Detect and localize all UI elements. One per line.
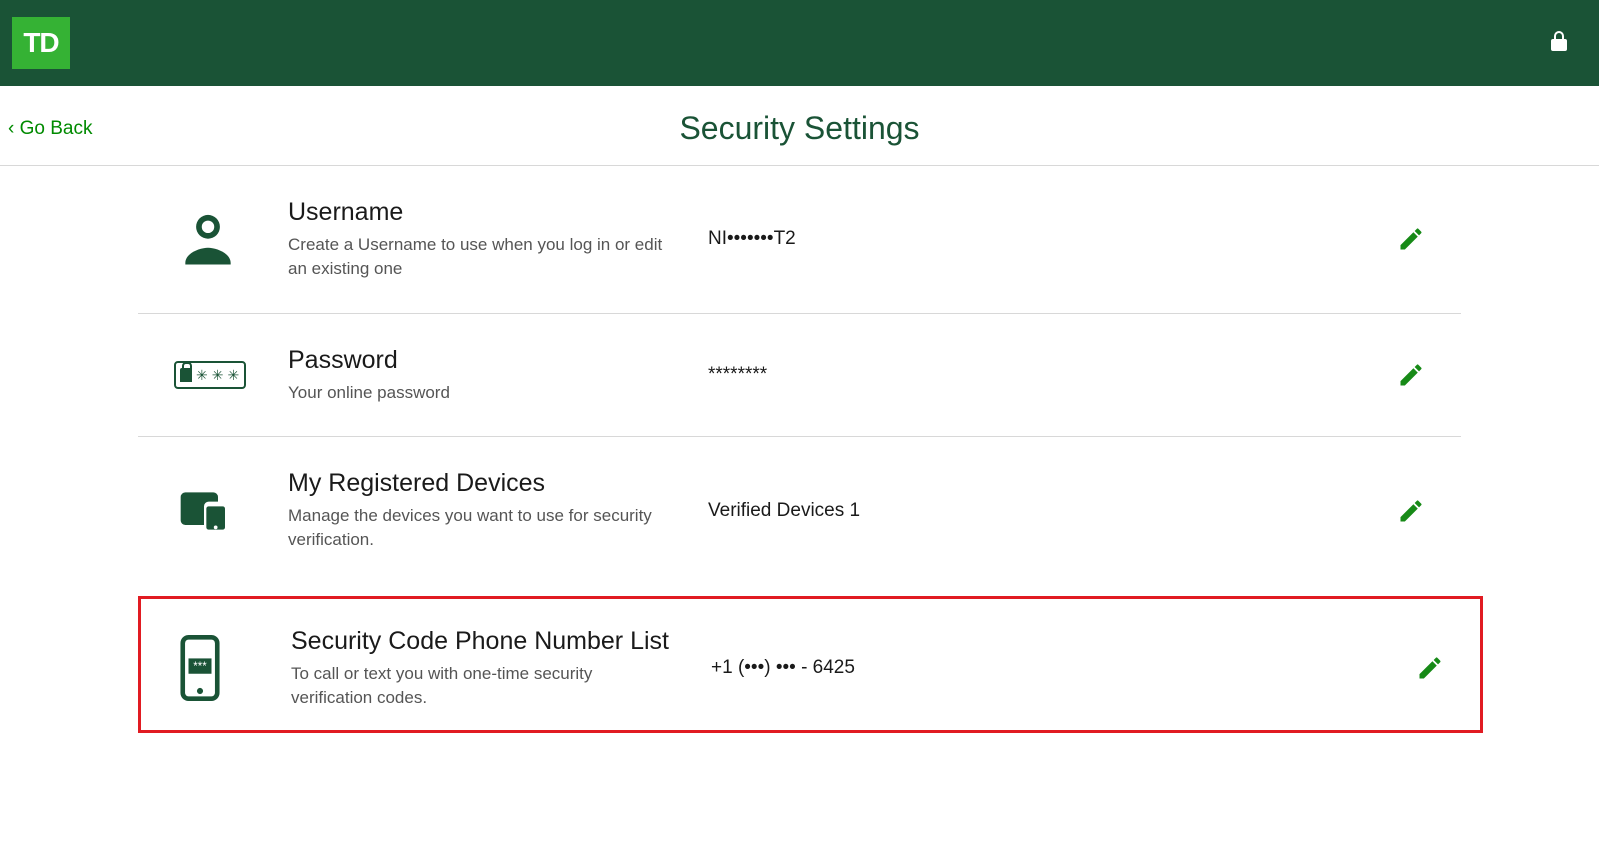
app-header: TD [0, 0, 1599, 86]
phone-code-icon: *** [171, 631, 291, 705]
svg-text:***: *** [193, 661, 207, 673]
edit-username-button[interactable] [1381, 225, 1441, 253]
devices-title: My Registered Devices [288, 469, 698, 498]
devices-value: Verified Devices 1 [698, 500, 1381, 522]
password-title: Password [288, 346, 698, 375]
row-username: Username Create a Username to use when y… [138, 166, 1461, 314]
devices-icon [168, 483, 288, 539]
go-back-link[interactable]: ‹ Go Back [8, 118, 92, 140]
phone-value: +1 (•••) ••• - 6425 [701, 657, 1400, 679]
row-security-phone: *** Security Code Phone Number List To c… [138, 596, 1483, 733]
password-icon: ✳✳✳ [168, 361, 288, 389]
person-icon [168, 204, 288, 274]
row-devices: My Registered Devices Manage the devices… [138, 437, 1461, 584]
devices-desc: Manage the devices you want to use for s… [288, 504, 668, 552]
password-desc: Your online password [288, 381, 668, 405]
page-topbar: ‹ Go Back Security Settings [0, 86, 1599, 166]
edit-phone-button[interactable] [1400, 654, 1460, 682]
td-logo: TD [12, 17, 70, 69]
phone-desc: To call or text you with one-time securi… [291, 662, 671, 710]
edit-devices-button[interactable] [1381, 497, 1441, 525]
username-desc: Create a Username to use when you log in… [288, 233, 668, 281]
lock-icon [1547, 27, 1571, 60]
username-value: NI•••••••T2 [698, 228, 1381, 250]
phone-title: Security Code Phone Number List [291, 627, 701, 656]
settings-list: Username Create a Username to use when y… [0, 166, 1599, 733]
password-value: ******** [698, 364, 1381, 386]
page-title: Security Settings [8, 110, 1591, 147]
row-password: ✳✳✳ Password Your online password ******… [138, 314, 1461, 438]
edit-password-button[interactable] [1381, 361, 1441, 389]
username-title: Username [288, 198, 698, 227]
td-logo-text: TD [23, 27, 58, 59]
